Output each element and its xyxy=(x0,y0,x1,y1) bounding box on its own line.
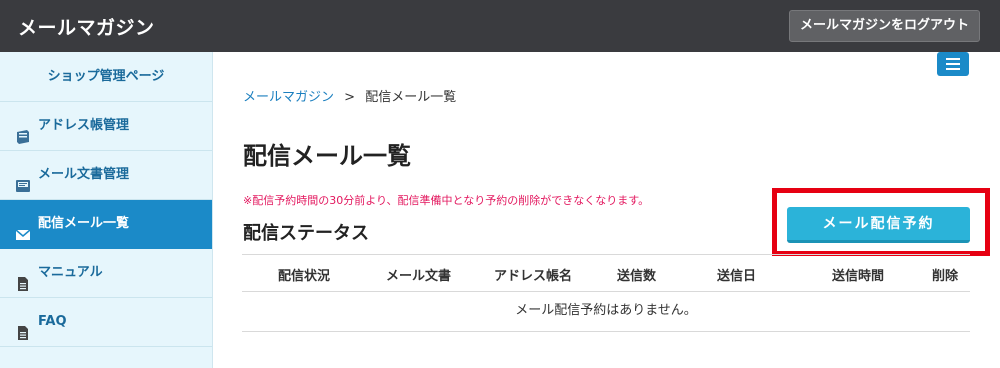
column-header: 削除 xyxy=(932,269,959,284)
top-bar: メールマガジン メールマガジンをログアウト xyxy=(0,0,1000,52)
sidebar-item-faq[interactable]: FAQ xyxy=(0,298,212,347)
sidebar-item-label: 配信メール一覧 xyxy=(38,216,130,231)
page-title: 配信メール一覧 xyxy=(243,142,411,170)
hamburger-icon xyxy=(946,58,960,60)
logout-button[interactable]: メールマガジンをログアウト xyxy=(789,10,980,42)
sidebar-item-mail-list[interactable]: 配信メール一覧 xyxy=(0,200,212,249)
section-title: 配信ステータス xyxy=(243,223,369,244)
column-header: アドレス帳名 xyxy=(494,269,573,284)
column-header: 送信数 xyxy=(617,269,657,284)
breadcrumb-separator: > xyxy=(344,90,356,105)
document-tray-icon xyxy=(15,167,31,192)
notice-text: ※配信予約時間の30分前より、配信準備中となり予約の削除ができなくなります。 xyxy=(243,194,650,207)
sidebar: ショップ管理ページ アドレス帳管理 メール文書管理 配信メール一覧 マニュアル … xyxy=(0,52,213,368)
breadcrumb-current: 配信メール一覧 xyxy=(365,90,457,105)
file-icon xyxy=(15,314,31,340)
app-title: メールマガジン xyxy=(18,17,155,39)
sidebar-item-label: マニュアル xyxy=(38,265,103,280)
table-empty-row: メール配信予約はありません。 xyxy=(242,292,970,332)
column-header: 送信時間 xyxy=(832,269,885,284)
column-header: 送信日 xyxy=(717,269,757,284)
book-icon xyxy=(15,118,31,144)
sidebar-shop-link[interactable]: ショップ管理ページ xyxy=(0,52,212,102)
table-header: 配信状況 メール文書 アドレス帳名 送信数 送信日 送信時間 削除 xyxy=(242,254,970,292)
sidebar-item-address-book[interactable]: アドレス帳管理 xyxy=(0,102,212,151)
sidebar-item-manual[interactable]: マニュアル xyxy=(0,249,212,298)
breadcrumb: メールマガジン > 配信メール一覧 xyxy=(243,86,456,105)
breadcrumb-link[interactable]: メールマガジン xyxy=(243,90,334,105)
sidebar-item-label: FAQ xyxy=(38,314,67,329)
schedule-mail-button[interactable]: メール配信予約 xyxy=(787,207,970,243)
sidebar-item-label: アドレス帳管理 xyxy=(38,118,130,133)
envelope-icon xyxy=(15,216,31,240)
delivery-status-table: 配信状況 メール文書 アドレス帳名 送信数 送信日 送信時間 削除 メール配信予… xyxy=(242,254,970,332)
file-icon xyxy=(15,265,31,291)
sidebar-item-documents[interactable]: メール文書管理 xyxy=(0,151,212,200)
sidebar-item-label: メール文書管理 xyxy=(38,167,130,182)
column-header: 配信状況 xyxy=(278,269,331,284)
menu-toggle-button[interactable] xyxy=(937,52,969,76)
column-header: メール文書 xyxy=(386,269,452,284)
